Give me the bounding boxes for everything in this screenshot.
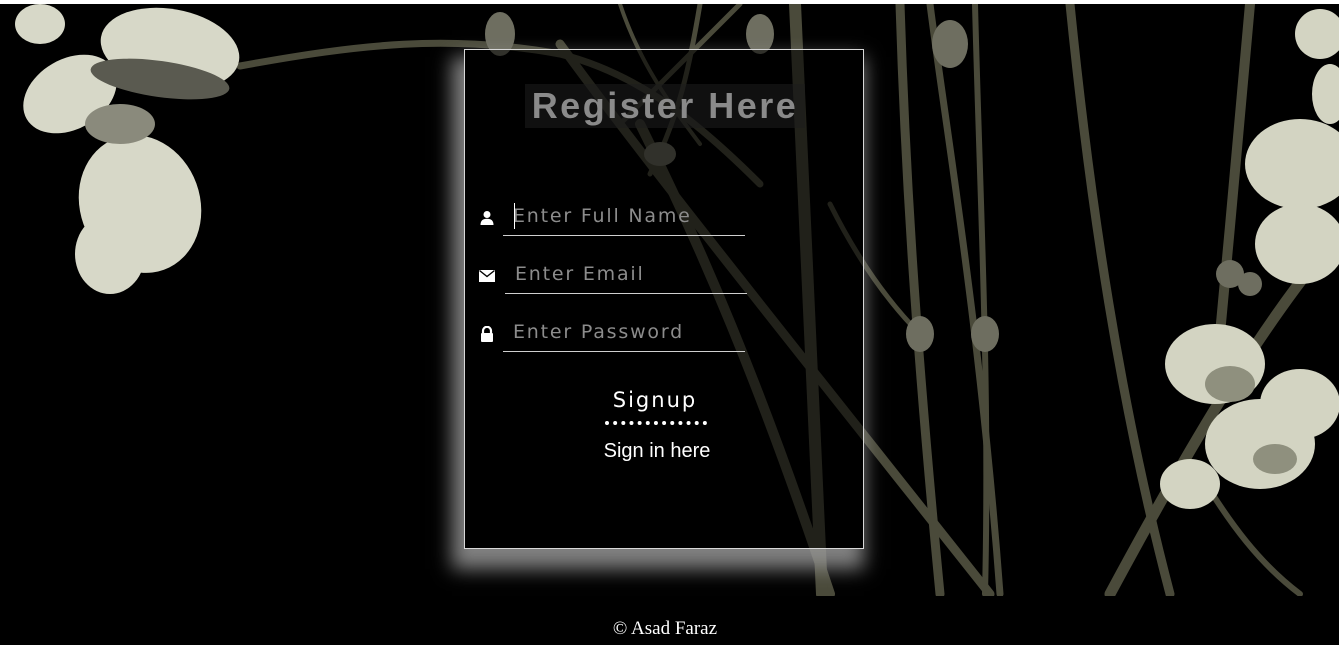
- form-title: Register Here: [525, 84, 805, 128]
- signup-button[interactable]: Signup: [593, 382, 717, 418]
- email-input[interactable]: [505, 254, 747, 294]
- full-name-input[interactable]: [503, 196, 745, 236]
- signup-underline: [605, 417, 707, 425]
- password-input[interactable]: [503, 312, 745, 352]
- email-field: [465, 254, 865, 298]
- password-field: [465, 312, 865, 356]
- envelope-icon: [479, 269, 495, 282]
- full-name-field: [465, 196, 865, 240]
- user-icon: [480, 211, 494, 225]
- footer-copyright: © Asad Faraz: [612, 618, 718, 639]
- text-cursor: [514, 203, 515, 229]
- register-form-card: Register Here Signup Sign in here: [464, 49, 864, 549]
- sign-in-link[interactable]: Sign in here: [565, 440, 749, 463]
- lock-icon: [481, 326, 493, 342]
